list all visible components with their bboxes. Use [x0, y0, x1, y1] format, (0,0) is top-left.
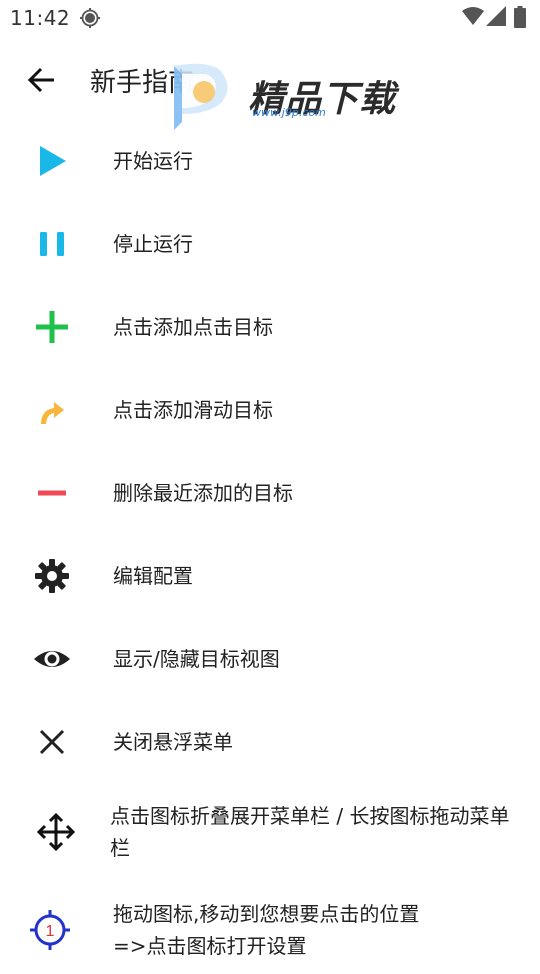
list-item-label: 点击添加点击目标 [113, 314, 273, 339]
battery-icon [514, 6, 526, 28]
pause-icon [40, 231, 64, 256]
status-time: 11:42 [10, 6, 71, 30]
list-item-label: 点击图标折叠展开菜单栏 / 长按图标拖动菜单栏 [110, 804, 510, 860]
watermark-url: www.j9p.com [252, 106, 326, 119]
list-item-label: 开始运行 [113, 148, 193, 173]
list-item-toggle-target-view[interactable]: 显示/隐藏目标视图 [0, 617, 540, 700]
list-item-edit-config[interactable]: 编辑配置 [0, 534, 540, 617]
gear-icon [35, 558, 69, 593]
list-item-label: 拖动图标,移动到您想要点击的位置 =>点击图标打开设置 [113, 902, 420, 958]
list-item-label: 点击添加滑动目标 [113, 397, 273, 422]
signal-icon [486, 6, 506, 26]
list-item-move-menu[interactable]: 点击图标折叠展开菜单栏 / 长按图标拖动菜单栏 [0, 788, 540, 876]
status-icons [462, 6, 532, 30]
minus-icon [38, 490, 66, 495]
status-bar: 11:42 [0, 0, 540, 36]
close-icon [39, 729, 65, 754]
list-item-label: 编辑配置 [113, 563, 193, 588]
list-item-label: 关闭悬浮菜单 [113, 729, 233, 754]
target-badge-number: 1 [46, 923, 55, 940]
list-item-label: 删除最近添加的目标 [113, 480, 293, 505]
location-icon [80, 8, 100, 28]
list-item-stop[interactable]: 停止运行 [0, 202, 540, 285]
target-icon: 1 [30, 910, 70, 950]
list-item-delete-last[interactable]: 删除最近添加的目标 [0, 451, 540, 534]
list-item-start[interactable]: 开始运行 [0, 119, 540, 202]
eye-icon [34, 650, 70, 667]
list-item-add-click[interactable]: 点击添加点击目标 [0, 285, 540, 368]
list-item-label: 停止运行 [113, 231, 193, 256]
play-icon [40, 145, 66, 176]
wifi-icon [462, 7, 484, 25]
back-arrow-icon[interactable] [24, 62, 60, 98]
list-item-close-menu[interactable]: 关闭悬浮菜单 [0, 700, 540, 783]
list-item-label: 显示/隐藏目标视图 [113, 646, 280, 671]
list-item-drag-target[interactable]: 1 拖动图标,移动到您想要点击的位置 =>点击图标打开设置 [0, 886, 540, 974]
swipe-arrow-icon [41, 401, 64, 424]
list-item-add-swipe[interactable]: 点击添加滑动目标 [0, 368, 540, 451]
move-icon [36, 812, 76, 852]
plus-icon [36, 310, 68, 343]
